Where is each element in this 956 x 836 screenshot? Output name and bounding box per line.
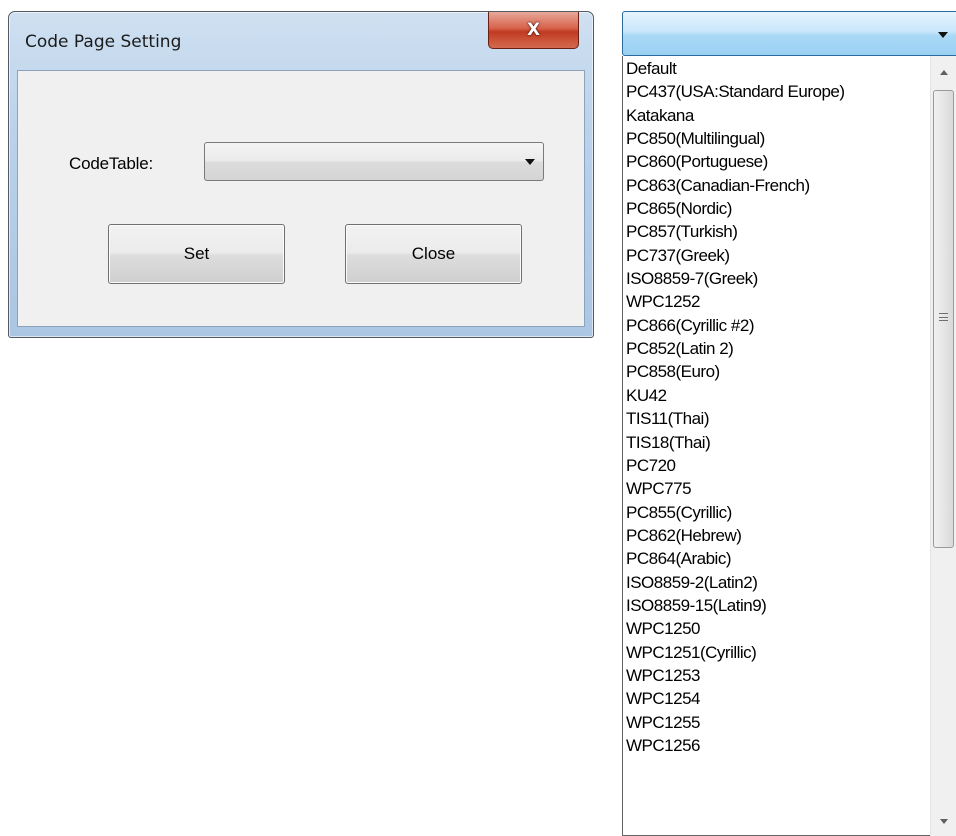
list-item[interactable]: PC858(Euro) [623,360,929,383]
list-item[interactable]: PC860(Portuguese) [623,150,929,173]
dropdown-items: Default PC437(USA:Standard Europe) Katakan… [623,57,929,835]
chevron-down-icon [938,32,948,38]
list-item[interactable]: WPC775 [623,477,929,500]
dropdown-scrollbar[interactable] [930,56,956,836]
list-item[interactable]: Katakana [623,104,929,127]
code-table-combobox[interactable] [204,142,544,181]
list-item[interactable]: PC737(Greek) [623,244,929,267]
list-item[interactable]: PC437(USA:Standard Europe) [623,80,929,103]
list-item[interactable]: PC855(Cyrillic) [623,501,929,524]
scrollbar-thumb[interactable] [933,90,954,548]
dialog-client-area: CodeTable: Set Close [17,70,585,327]
code-page-setting-dialog: Code Page Setting X CodeTable: Set Close [8,11,594,338]
list-item[interactable]: PC864(Arabic) [623,547,929,570]
list-item[interactable]: WPC1252 [623,290,929,313]
list-item[interactable]: PC865(Nordic) [623,197,929,220]
window-close-button[interactable]: X [488,12,579,49]
list-item[interactable]: Default [623,57,929,80]
list-item[interactable]: PC863(Canadian-French) [623,174,929,197]
list-item[interactable]: WPC1251(Cyrillic) [623,641,929,664]
grip-icon [939,313,948,321]
list-item[interactable]: PC857(Turkish) [623,220,929,243]
scroll-down-icon[interactable] [940,819,948,824]
chevron-down-icon [525,159,535,165]
dialog-title: Code Page Setting [25,32,182,52]
list-item[interactable]: WPC1256 [623,734,929,757]
code-table-dropdown-list: Default PC437(USA:Standard Europe) Katakan… [622,56,956,836]
code-table-combobox-open[interactable] [622,11,956,56]
list-item[interactable]: PC720 [623,454,929,477]
list-item[interactable]: TIS18(Thai) [623,431,929,454]
list-item[interactable]: ISO8859-2(Latin2) [623,571,929,594]
list-item[interactable]: WPC1253 [623,664,929,687]
list-item[interactable]: WPC1254 [623,687,929,710]
list-item[interactable]: PC862(Hebrew) [623,524,929,547]
list-item[interactable]: PC850(Multilingual) [623,127,929,150]
list-item[interactable]: PC852(Latin 2) [623,337,929,360]
list-item[interactable]: ISO8859-15(Latin9) [623,594,929,617]
close-button[interactable]: Close [345,224,522,284]
code-table-label: CodeTable: [69,154,154,173]
set-button[interactable]: Set [108,224,285,284]
list-item[interactable]: WPC1255 [623,711,929,734]
scroll-up-icon[interactable] [940,70,948,75]
list-item[interactable]: WPC1250 [623,617,929,640]
close-icon: X [526,20,541,40]
list-item[interactable]: ISO8859-7(Greek) [623,267,929,290]
list-item[interactable]: PC866(Cyrillic #2) [623,314,929,337]
list-item[interactable]: TIS11(Thai) [623,407,929,430]
list-item[interactable]: KU42 [623,384,929,407]
